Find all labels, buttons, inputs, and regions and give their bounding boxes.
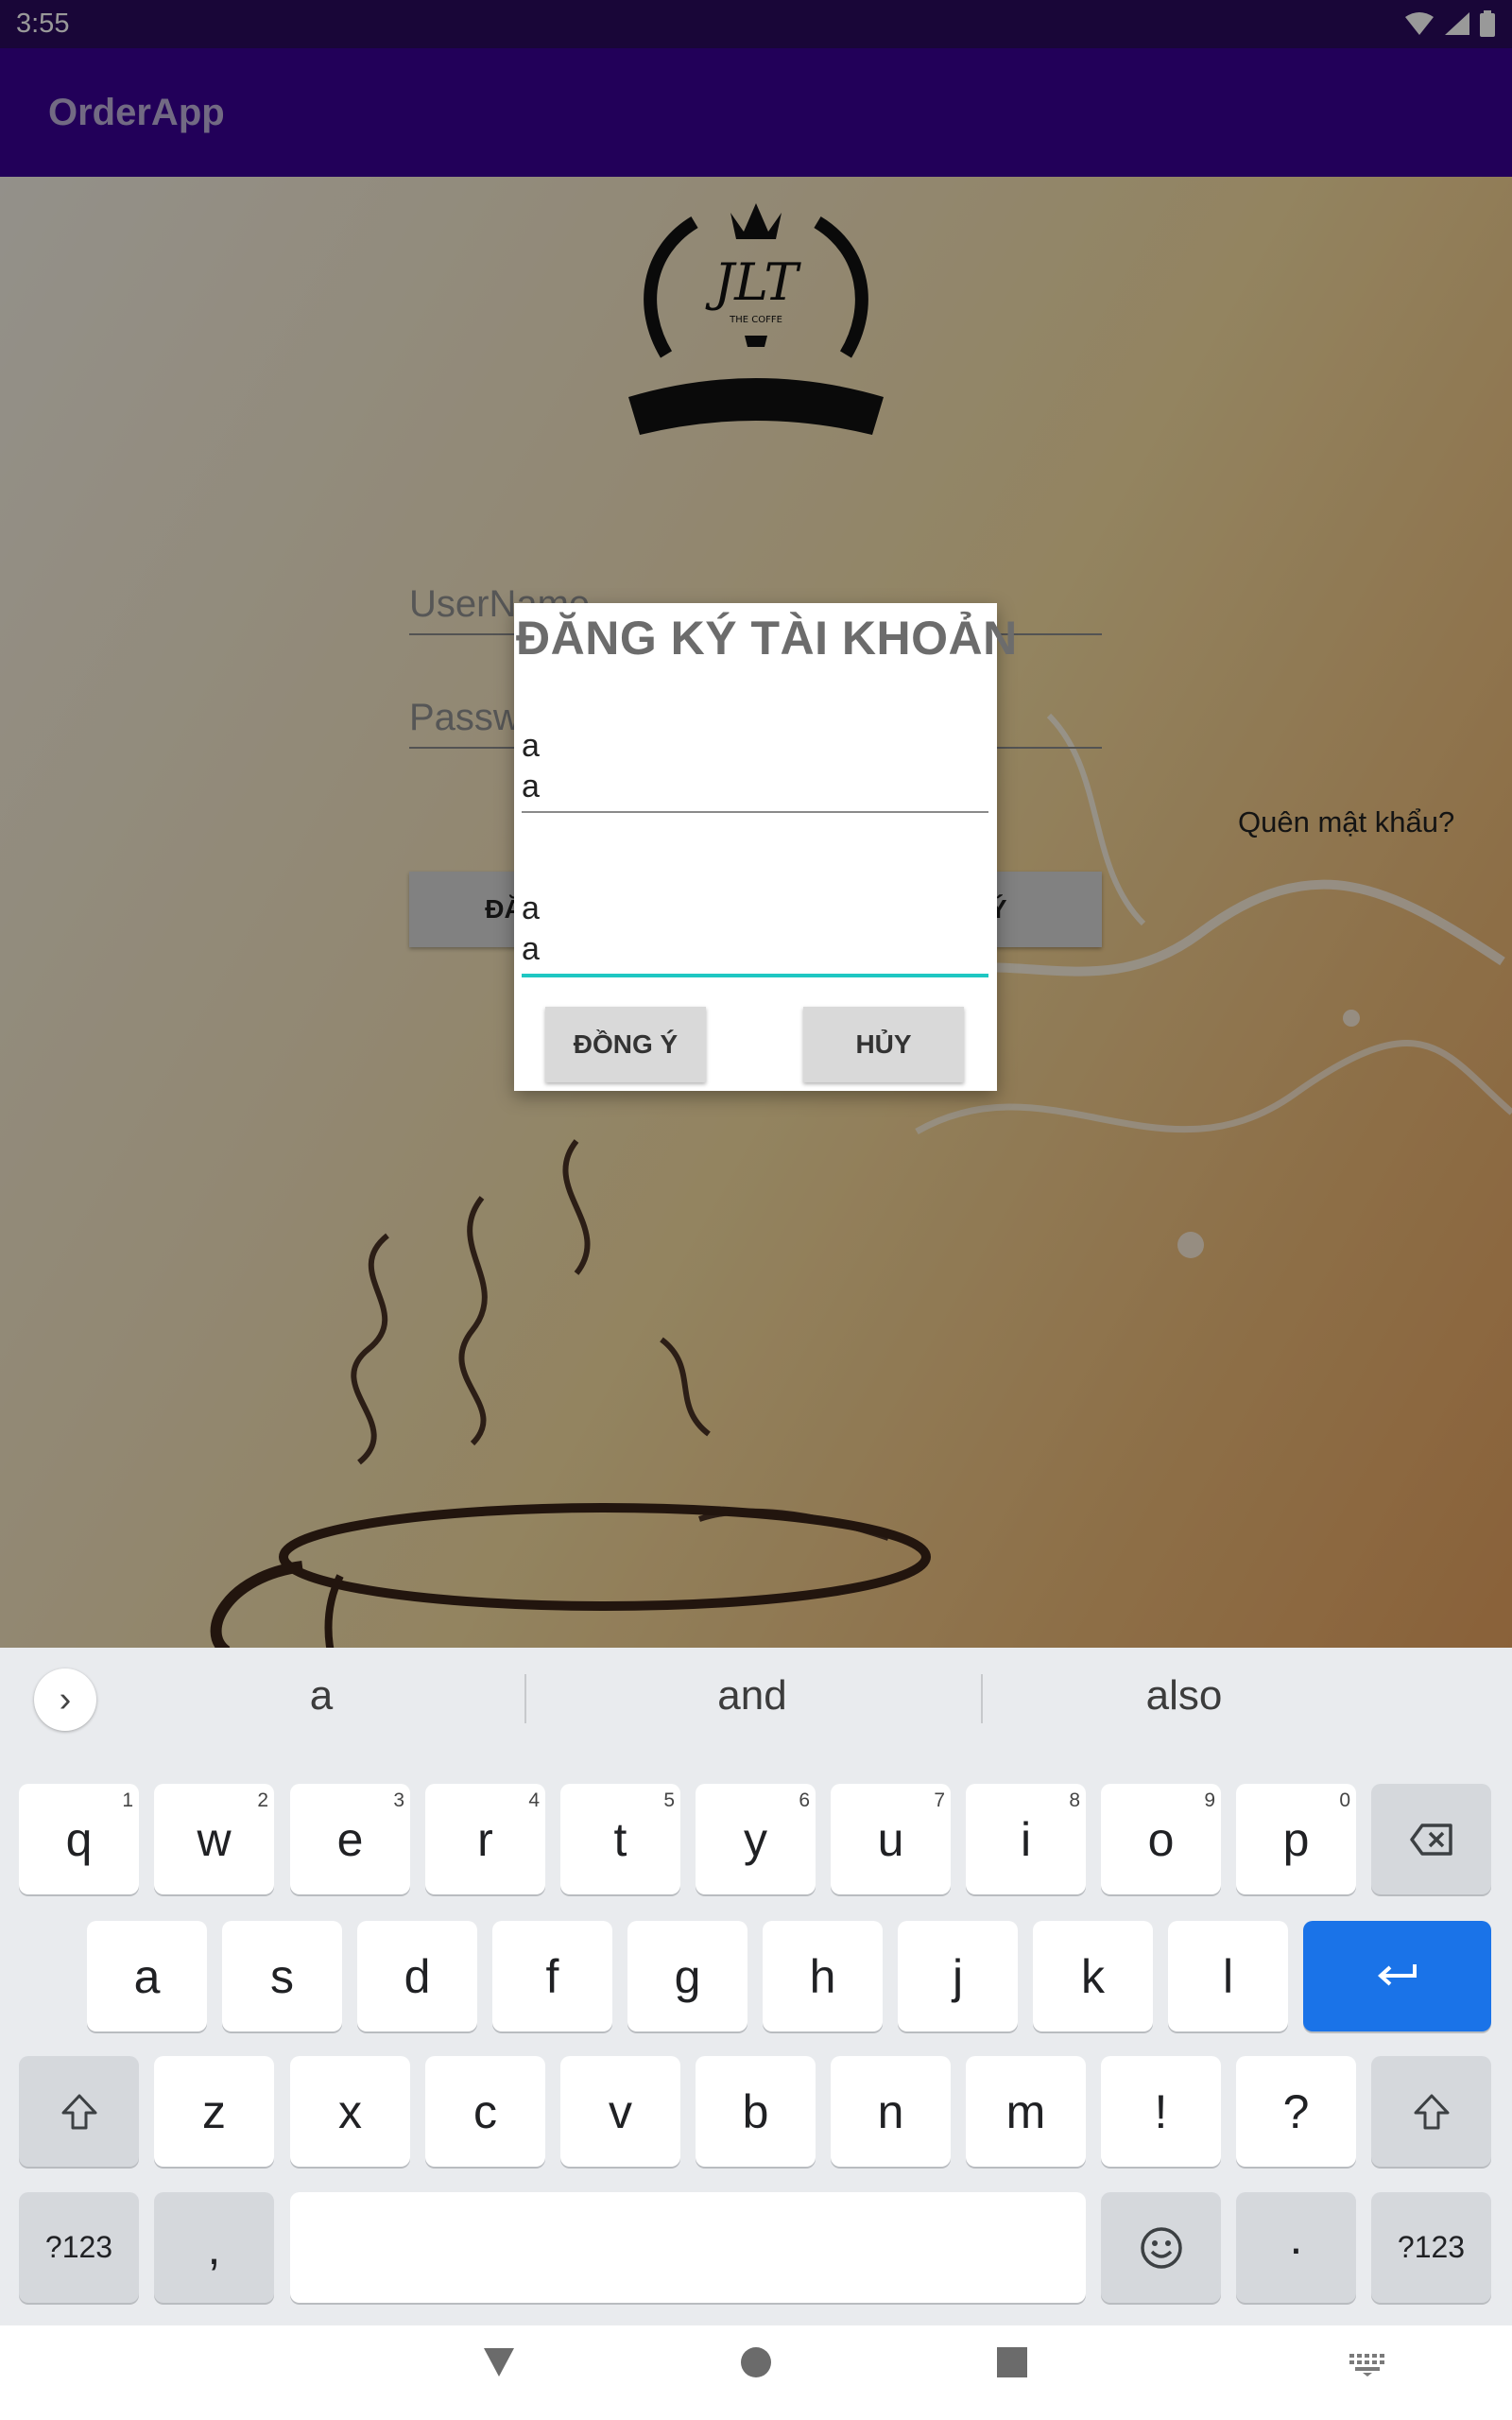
- ok-button[interactable]: ĐỒNG Ý: [545, 1007, 706, 1082]
- key-c[interactable]: c: [425, 2056, 545, 2167]
- register-dialog: ĐĂNG KÝ TÀI KHOẢN a a a a ĐỒNG Ý HỦY: [514, 603, 1017, 1091]
- key-x[interactable]: x: [290, 2056, 410, 2167]
- key-hint: 5: [663, 1789, 675, 1811]
- suggestion-1[interactable]: a: [180, 1672, 463, 1720]
- key-p[interactable]: p0: [1236, 1784, 1356, 1894]
- key-o[interactable]: o9: [1101, 1784, 1221, 1894]
- emoji-key[interactable]: [1101, 2192, 1221, 2303]
- key-t[interactable]: t5: [560, 1784, 680, 1894]
- chevron-right-icon[interactable]: ›: [34, 1668, 96, 1731]
- key-hint: 1: [122, 1789, 133, 1811]
- dialog-field-2[interactable]: a a: [522, 889, 988, 977]
- backspace-key[interactable]: [1371, 1784, 1491, 1894]
- key-label: r: [477, 1812, 493, 1866]
- key-n[interactable]: n: [831, 2056, 951, 2167]
- symbols-key-right[interactable]: ?123: [1371, 2192, 1491, 2303]
- field-2-line-1: a: [522, 890, 540, 926]
- key-hint: 4: [528, 1789, 540, 1811]
- shift-icon: [61, 2094, 96, 2129]
- key-b[interactable]: b: [696, 2056, 816, 2167]
- field-2-underline: [522, 974, 988, 977]
- key-label: u: [877, 1812, 904, 1866]
- key-s[interactable]: s: [222, 1921, 342, 2031]
- key-e[interactable]: e3: [290, 1784, 410, 1894]
- key-hint: 2: [257, 1789, 268, 1811]
- suggestion-3[interactable]: also: [1042, 1672, 1326, 1720]
- field-2-line-2: a: [522, 931, 540, 967]
- backspace-icon: [1409, 1823, 1452, 1856]
- key-hint: 6: [799, 1789, 810, 1811]
- key-label: w: [197, 1812, 232, 1866]
- key-label: i: [1020, 1812, 1032, 1866]
- shift-key-right[interactable]: [1371, 2056, 1491, 2167]
- keyboard-switch-icon[interactable]: [1349, 2354, 1385, 2377]
- key-r[interactable]: r4: [425, 1784, 545, 1894]
- suggestion-2[interactable]: and: [610, 1672, 894, 1720]
- key-j[interactable]: j: [898, 1921, 1018, 2031]
- dialog-title: ĐĂNG KÝ TÀI KHOẢN: [516, 612, 1018, 665]
- key-z[interactable]: z: [154, 2056, 274, 2167]
- shift-icon: [1414, 2094, 1449, 2129]
- comma-key[interactable]: ,: [154, 2192, 274, 2303]
- recents-icon[interactable]: [997, 2347, 1027, 2377]
- key-label: q: [65, 1812, 93, 1866]
- key-m[interactable]: m: [966, 2056, 1086, 2167]
- symbols-key-left[interactable]: ?123: [19, 2192, 139, 2303]
- key-exclamation[interactable]: !: [1101, 2056, 1221, 2167]
- key-k[interactable]: k: [1033, 1921, 1153, 2031]
- suggestion-divider: [524, 1674, 526, 1723]
- key-hint: 8: [1069, 1789, 1080, 1811]
- key-v[interactable]: v: [560, 2056, 680, 2167]
- key-h[interactable]: h: [763, 1921, 883, 2031]
- key-g[interactable]: g: [627, 1921, 747, 2031]
- key-label: p: [1282, 1812, 1310, 1866]
- key-d[interactable]: d: [357, 1921, 477, 2031]
- navigation-bar: [0, 2325, 1512, 2420]
- key-hint: 9: [1204, 1789, 1215, 1811]
- field-1-line-1: a: [522, 728, 540, 764]
- key-q[interactable]: q1: [19, 1784, 139, 1894]
- period-key[interactable]: ·: [1236, 2192, 1356, 2303]
- key-hint: 3: [393, 1789, 404, 1811]
- key-question[interactable]: ?: [1236, 2056, 1356, 2167]
- key-hint: 0: [1339, 1789, 1350, 1811]
- suggestion-divider: [981, 1674, 983, 1723]
- emoji-icon: [1140, 2226, 1182, 2269]
- key-w[interactable]: w2: [154, 1784, 274, 1894]
- enter-icon: [1377, 1963, 1417, 1985]
- key-a[interactable]: a: [87, 1921, 207, 2031]
- cancel-button[interactable]: HỦY: [803, 1007, 964, 1082]
- key-i[interactable]: i8: [966, 1784, 1086, 1894]
- field-1-underline: [522, 811, 988, 813]
- key-label: t: [613, 1812, 627, 1866]
- key-f[interactable]: f: [492, 1921, 612, 2031]
- field-1-line-2: a: [522, 769, 540, 804]
- enter-key[interactable]: [1303, 1921, 1491, 2031]
- key-hint: 7: [934, 1789, 945, 1811]
- key-u[interactable]: u7: [831, 1784, 951, 1894]
- shift-key-left[interactable]: [19, 2056, 139, 2167]
- key-l[interactable]: l: [1168, 1921, 1288, 2031]
- back-icon[interactable]: [482, 2346, 516, 2378]
- space-key[interactable]: [290, 2192, 1086, 2303]
- soft-keyboard: › a and also q1 w2 e3 r4 t5 y6 u7 i8 o9 …: [0, 1648, 1512, 2325]
- key-y[interactable]: y6: [696, 1784, 816, 1894]
- dialog-field-1[interactable]: a a: [522, 726, 988, 813]
- key-label: e: [336, 1812, 364, 1866]
- home-icon[interactable]: [740, 2346, 772, 2378]
- key-label: o: [1147, 1812, 1175, 1866]
- key-label: y: [744, 1812, 767, 1866]
